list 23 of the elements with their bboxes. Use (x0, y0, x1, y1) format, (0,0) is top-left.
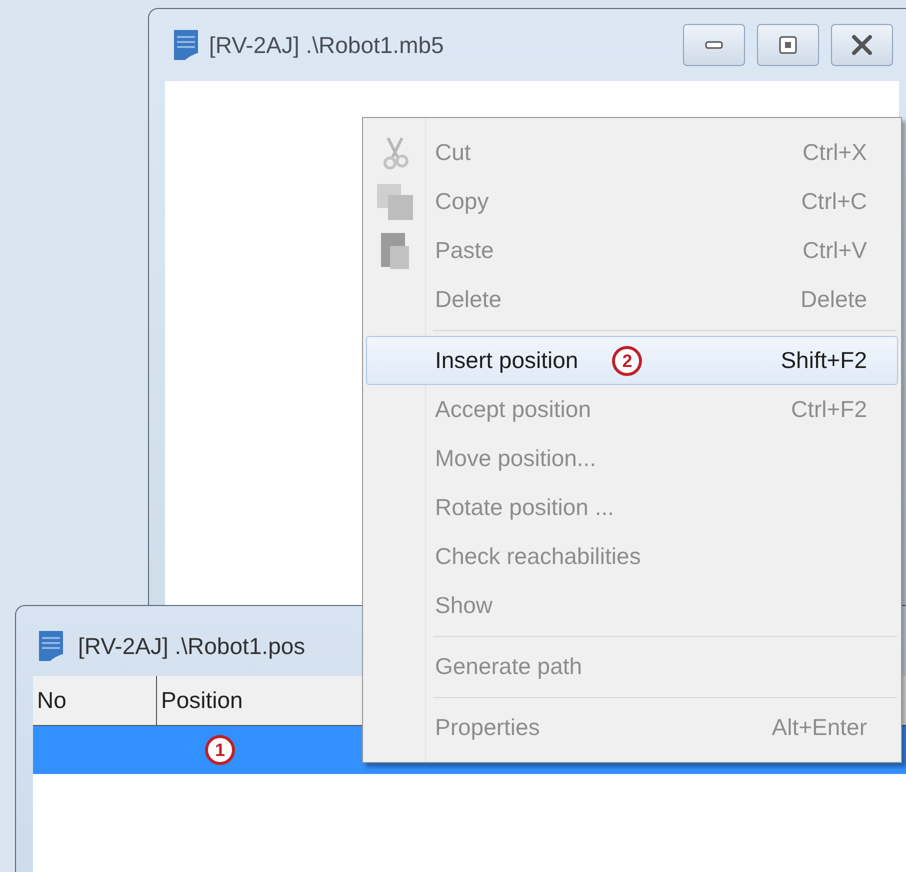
menu-label: Move position... (435, 444, 596, 474)
shortcut-text: Delete (800, 285, 867, 314)
shortcut-text: Alt+Enter (772, 713, 867, 742)
menu-label: Cut (435, 138, 471, 168)
window-title: [RV-2AJ] .\Robot1.pos (78, 632, 306, 661)
shortcut-text: Ctrl+C (801, 187, 867, 216)
menu-label: Properties (435, 713, 540, 742)
step-marker: 2 (612, 346, 642, 376)
menu-label: Paste (435, 236, 494, 266)
shortcut-text: Ctrl+V (802, 236, 867, 266)
menu-label: Copy (435, 187, 489, 216)
window-title: [RV-2AJ] .\Robot1.mb5 (209, 30, 445, 60)
shortcut-text: Ctrl+F2 (790, 395, 867, 424)
menu-label: Rotate position ... (435, 493, 614, 522)
step-marker: 1 (205, 735, 235, 765)
shortcut-text: Ctrl+X (802, 138, 867, 168)
menu-label: Generate path (435, 652, 582, 682)
menu-label: Show (435, 591, 493, 620)
menu-label: Accept position (435, 395, 591, 424)
menu-label: Delete (435, 285, 502, 314)
shortcut-text: Shift+F2 (780, 346, 867, 376)
menu-label: Check reachabilities (435, 542, 641, 572)
menu-label: Insert position (435, 346, 578, 376)
